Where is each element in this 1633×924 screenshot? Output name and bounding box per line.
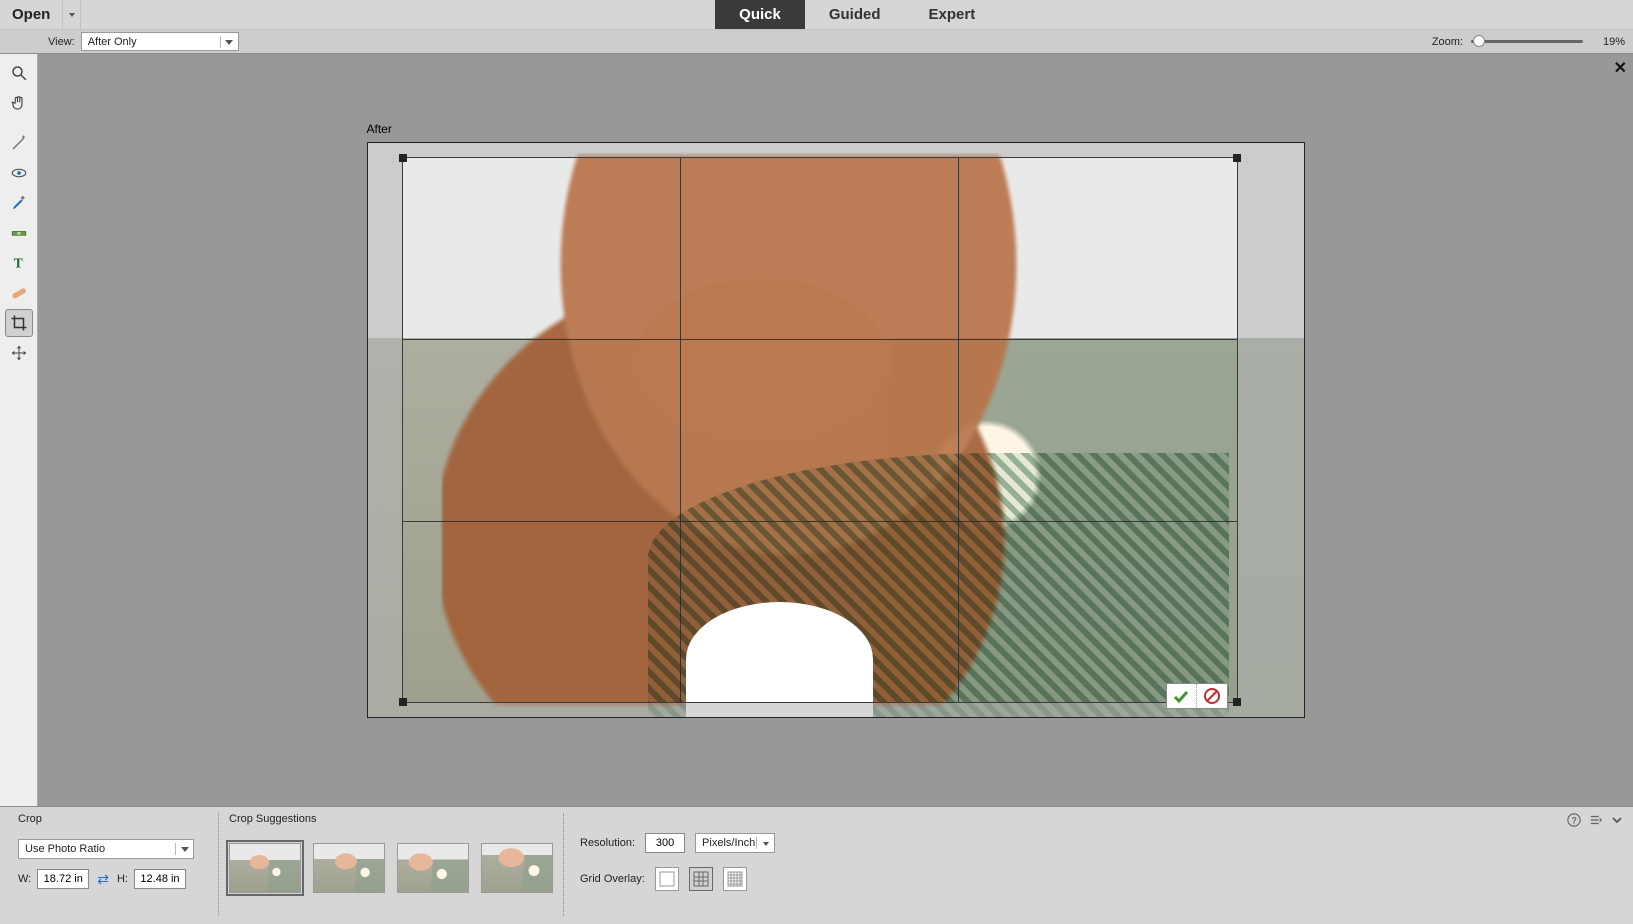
magnifier-icon — [10, 64, 28, 82]
after-label: After — [367, 122, 392, 136]
cancel-icon — [1203, 687, 1221, 705]
eye-icon — [10, 164, 28, 182]
canvas-area[interactable]: ✕ After — [38, 54, 1633, 806]
tab-expert[interactable]: Expert — [905, 0, 1000, 29]
aspect-ratio-dropdown[interactable]: Use Photo Ratio — [18, 839, 194, 859]
svg-text:T: T — [13, 256, 22, 271]
zoom-tool[interactable] — [5, 59, 33, 87]
crop-marquee[interactable] — [402, 157, 1238, 703]
chevron-down-icon — [181, 847, 189, 852]
crop-tool[interactable] — [5, 309, 33, 337]
grid-overlay-thirds[interactable] — [689, 867, 713, 891]
cancel-crop-button[interactable] — [1197, 684, 1227, 708]
level-icon — [10, 224, 28, 242]
straighten-tool[interactable] — [5, 219, 33, 247]
zoom-label: Zoom: — [1432, 36, 1463, 48]
width-label: W: — [18, 873, 31, 885]
crop-suggestion-4[interactable] — [481, 843, 553, 893]
move-tool[interactable] — [5, 339, 33, 367]
grid-overlay-none[interactable] — [655, 867, 679, 891]
type-tool[interactable]: T — [5, 249, 33, 277]
grid-overlay-label: Grid Overlay: — [580, 873, 645, 885]
view-mode-value: After Only — [88, 36, 137, 48]
whiten-teeth-tool[interactable] — [5, 189, 33, 217]
open-button[interactable]: Open — [0, 0, 63, 29]
mode-tabs: Quick Guided Expert — [715, 0, 999, 29]
panel-menu-icon[interactable] — [1589, 813, 1603, 830]
view-mode-dropdown[interactable]: After Only — [81, 32, 239, 51]
crop-handle-bottom-right[interactable] — [1233, 698, 1241, 706]
top-bar: Open Quick Guided Expert — [0, 0, 1633, 29]
hand-icon — [10, 94, 28, 112]
panel-right-icons: ? — [1567, 813, 1623, 916]
width-input[interactable] — [37, 869, 89, 889]
commit-crop-button[interactable] — [1167, 684, 1197, 708]
zoom-slider-knob[interactable] — [1473, 35, 1485, 47]
zoom-slider[interactable] — [1471, 40, 1583, 43]
open-dropdown[interactable] — [63, 0, 81, 29]
zoom-value: 19% — [1593, 36, 1625, 48]
help-icon[interactable]: ? — [1567, 813, 1581, 830]
swap-wh-button[interactable]: ⇄ — [95, 871, 111, 888]
wand-icon — [10, 134, 28, 152]
svg-text:?: ? — [1572, 816, 1577, 826]
spot-healing-tool[interactable] — [5, 279, 33, 307]
crop-suggestions — [229, 843, 553, 893]
chevron-down-icon — [69, 13, 75, 17]
hand-tool[interactable] — [5, 89, 33, 117]
brush-icon — [10, 194, 28, 212]
aspect-ratio-value: Use Photo Ratio — [25, 843, 105, 855]
collapse-panel-icon[interactable] — [1611, 813, 1623, 829]
type-icon: T — [10, 254, 28, 272]
chevron-down-icon — [763, 842, 769, 846]
resolution-units-dropdown[interactable]: Pixels/Inch — [695, 833, 775, 853]
height-input[interactable] — [134, 869, 186, 889]
view-bar: View: After Only Zoom: 19% — [0, 29, 1633, 54]
panel-title: Crop — [18, 813, 208, 825]
close-document-button[interactable]: ✕ — [1614, 58, 1627, 78]
tab-quick[interactable]: Quick — [715, 0, 805, 29]
resolution-input[interactable] — [645, 833, 685, 853]
crop-handle-top-left[interactable] — [399, 154, 407, 162]
move-icon — [10, 344, 28, 362]
grid-overlay-grid[interactable] — [723, 867, 747, 891]
resolution-units-value: Pixels/Inch — [702, 837, 755, 849]
redeye-tool[interactable] — [5, 159, 33, 187]
view-label: View: — [48, 36, 75, 48]
toolbox: T — [0, 54, 38, 806]
check-icon — [1172, 687, 1190, 705]
crop-suggestion-2[interactable] — [313, 843, 385, 893]
crop-handle-top-right[interactable] — [1233, 154, 1241, 162]
crop-icon — [10, 314, 28, 332]
tab-guided[interactable]: Guided — [805, 0, 905, 29]
resolution-label: Resolution: — [580, 837, 635, 849]
crop-confirm-bar — [1166, 683, 1228, 709]
crop-suggestion-3[interactable] — [397, 843, 469, 893]
crop-handle-bottom-left[interactable] — [399, 698, 407, 706]
tool-options-panel: Crop Use Photo Ratio W: ⇄ H: Crop Sugges… — [0, 806, 1633, 924]
suggestions-title: Crop Suggestions — [229, 813, 553, 825]
height-label: H: — [117, 873, 128, 885]
document-image[interactable] — [367, 142, 1305, 718]
quick-select-tool[interactable] — [5, 129, 33, 157]
bandage-icon — [10, 284, 28, 302]
crop-suggestion-1[interactable] — [229, 843, 301, 893]
chevron-down-icon — [225, 40, 233, 45]
